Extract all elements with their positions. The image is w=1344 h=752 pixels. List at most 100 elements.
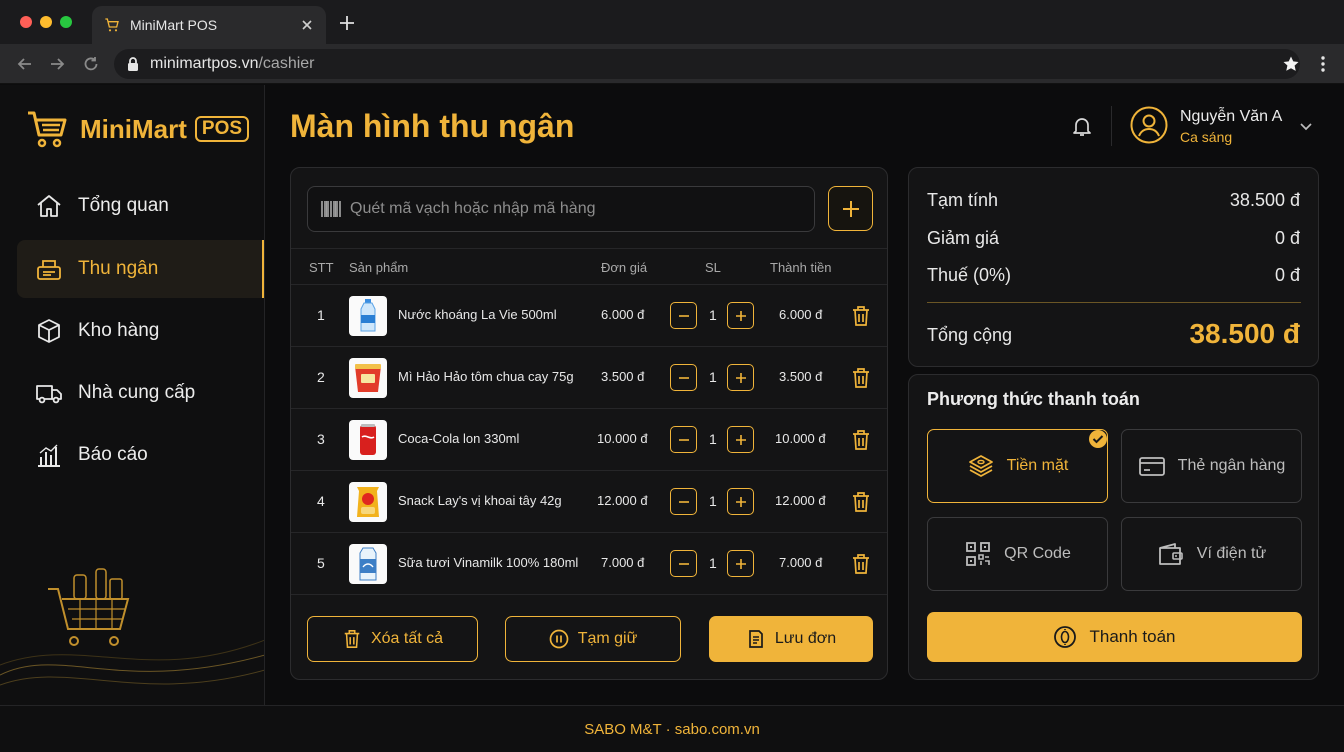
decrease-qty-button[interactable] xyxy=(670,364,697,391)
payment-method-label: Thẻ ngân hàng xyxy=(1177,457,1286,474)
minus-icon xyxy=(678,438,689,441)
increase-qty-button[interactable] xyxy=(727,364,754,391)
bank-card-icon xyxy=(1138,457,1165,476)
product-name: Sữa tươi Vinamilk 100% 180ml xyxy=(398,555,579,570)
clear-all-button[interactable]: Xóa tất cả xyxy=(307,616,478,662)
increase-qty-button[interactable] xyxy=(727,488,754,515)
sidebar-item-overview[interactable]: Tổng quan xyxy=(17,177,264,235)
qty-value: 1 xyxy=(709,307,717,323)
plus-icon xyxy=(735,558,746,569)
sidebar-item-reports[interactable]: Báo cáo xyxy=(17,426,264,484)
sidebar-item-label: Kho hàng xyxy=(78,320,160,341)
address-bar[interactable]: minimartpos.vn/cashier xyxy=(114,49,1300,79)
row-index: 4 xyxy=(317,493,325,509)
payment-method-label: Tiền mặt xyxy=(1006,457,1069,474)
trash-icon[interactable] xyxy=(851,367,871,389)
unit-price: 6.000 đ xyxy=(601,307,645,322)
sidebar-item-inventory[interactable]: Kho hàng xyxy=(17,302,264,360)
decrease-qty-button[interactable] xyxy=(670,550,697,577)
product-name: Mì Hảo Hảo tôm chua cay 75g xyxy=(398,369,574,384)
unit-price: 3.500 đ xyxy=(601,369,645,384)
col-product: Sản phẩm xyxy=(349,260,409,275)
sidebar-item-label: Nhà cung cấp xyxy=(78,382,196,403)
checkout-label: Thanh toán xyxy=(1089,627,1176,646)
row-index: 3 xyxy=(317,431,325,447)
forward-arrow-icon[interactable] xyxy=(48,55,66,73)
save-order-button[interactable]: Lưu đơn xyxy=(709,616,873,662)
window-minimize-dot[interactable] xyxy=(40,16,52,28)
tax-value: 0 đ xyxy=(1274,265,1300,285)
chevron-down-icon[interactable] xyxy=(1298,118,1314,134)
payment-method-card[interactable]: Thẻ ngân hàng xyxy=(1121,429,1302,503)
increase-qty-button[interactable] xyxy=(727,302,754,329)
qty-value: 1 xyxy=(709,493,717,509)
new-tab-icon[interactable] xyxy=(338,14,356,32)
plus-icon xyxy=(735,372,746,383)
line-amount: 7.000 đ xyxy=(779,555,823,570)
increase-qty-button[interactable] xyxy=(727,550,754,577)
coin-icon xyxy=(1054,626,1077,648)
checkout-button[interactable]: Thanh toán xyxy=(927,612,1302,662)
user-avatar-icon[interactable] xyxy=(1130,106,1168,144)
cart-favicon-icon xyxy=(105,18,119,32)
url-domain: minimartpos.vn xyxy=(150,55,259,72)
check-badge-icon xyxy=(1089,430,1107,448)
box-icon xyxy=(38,319,60,343)
trash-icon[interactable] xyxy=(851,429,871,451)
product-name: Nước khoáng La Vie 500ml xyxy=(398,307,557,322)
trash-icon[interactable] xyxy=(851,553,871,575)
payment-method-label: QR Code xyxy=(1004,545,1071,562)
notification-bell-icon[interactable] xyxy=(1070,114,1094,138)
hold-order-button[interactable]: Tạm giữ xyxy=(505,616,681,662)
search-box[interactable] xyxy=(307,186,815,232)
minus-icon xyxy=(678,562,689,565)
browser-menu-icon[interactable] xyxy=(1314,55,1332,73)
line-amount: 10.000 đ xyxy=(775,431,826,446)
window-close-dot[interactable] xyxy=(20,16,32,28)
clear-all-label: Xóa tất cả xyxy=(370,630,444,647)
tab-close-icon[interactable] xyxy=(300,18,314,32)
decrease-qty-button[interactable] xyxy=(670,488,697,515)
payment-method-cash[interactable]: Tiền mặt xyxy=(927,429,1108,503)
trash-icon[interactable] xyxy=(851,491,871,513)
add-item-button[interactable] xyxy=(828,186,873,231)
plus-icon xyxy=(735,310,746,321)
browser-tab-bar: MiniMart POS xyxy=(0,0,1344,44)
increase-qty-button[interactable] xyxy=(727,426,754,453)
window-maximize-dot[interactable] xyxy=(60,16,72,28)
home-icon xyxy=(37,195,61,217)
sidebar-item-suppliers[interactable]: Nhà cung cấp xyxy=(17,364,264,422)
sidebar: MiniMart POS Tổng quan Thu ngân Kho hàng… xyxy=(0,85,265,705)
back-arrow-icon[interactable] xyxy=(16,55,34,73)
document-icon xyxy=(749,630,763,648)
lock-icon xyxy=(128,57,138,71)
product-thumbnail xyxy=(349,544,387,584)
qr-code-icon xyxy=(966,542,991,566)
col-index: STT xyxy=(309,260,334,275)
bookmark-star-icon[interactable] xyxy=(1282,55,1300,73)
cash-stack-icon xyxy=(968,455,993,477)
user-name[interactable]: Nguyễn Văn A xyxy=(1180,108,1282,126)
sidebar-item-cashier[interactable]: Thu ngân xyxy=(17,240,264,298)
payment-method-label: Ví điện tử xyxy=(1196,545,1267,562)
trash-icon[interactable] xyxy=(851,305,871,327)
save-order-label: Lưu đơn xyxy=(774,630,837,647)
payment-method-ewallet[interactable]: Ví điện tử xyxy=(1121,517,1302,591)
row-index: 5 xyxy=(317,555,325,571)
footer-text: SABO M&T · sabo.com.vn xyxy=(584,720,760,738)
payment-method-qr[interactable]: QR Code xyxy=(927,517,1108,591)
browser-nav-bar: minimartpos.vn/cashier xyxy=(0,44,1344,84)
decrease-qty-button[interactable] xyxy=(670,426,697,453)
total-label: Tổng cộng xyxy=(927,325,1013,345)
pause-icon xyxy=(549,629,569,649)
plus-icon xyxy=(735,496,746,507)
decrease-qty-button[interactable] xyxy=(670,302,697,329)
sidebar-item-label: Thu ngân xyxy=(78,258,159,279)
discount-value: 0 đ xyxy=(1274,228,1300,248)
subtotal-label: Tạm tính xyxy=(927,190,999,210)
app-logo[interactable]: MiniMart POS xyxy=(26,109,250,149)
summary-divider xyxy=(927,302,1301,303)
reload-icon[interactable] xyxy=(82,55,100,73)
search-input[interactable] xyxy=(350,200,790,218)
browser-tab[interactable]: MiniMart POS xyxy=(92,6,326,44)
